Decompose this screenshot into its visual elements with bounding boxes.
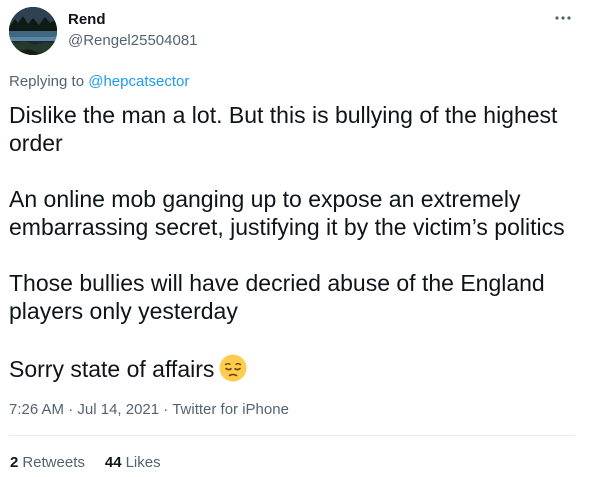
tweet-text: Dislike the man a lot. But this is bully… bbox=[9, 101, 569, 389]
tweet-paragraph: Dislike the man a lot. But this is bully… bbox=[9, 102, 558, 156]
likes-stat[interactable]: 44 Likes bbox=[105, 453, 161, 473]
likes-label: Likes bbox=[125, 454, 161, 471]
likes-count: 44 bbox=[104, 454, 122, 471]
tweet-paragraph-last: Sorry state of affairs bbox=[9, 353, 569, 389]
reply-mention-link[interactable]: @hepcatsector bbox=[88, 73, 189, 90]
tweet-paragraph-text: Sorry state of affairs bbox=[9, 356, 215, 382]
replying-to: Replying to @hepcatsector bbox=[9, 72, 189, 92]
lake-landscape-avatar-icon bbox=[9, 7, 57, 55]
retweets-stat[interactable]: 2 Retweets bbox=[10, 453, 85, 473]
tweet-time[interactable]: 7:26 AM bbox=[9, 401, 64, 418]
more-options-icon bbox=[555, 16, 571, 20]
handle[interactable]: @Rengel25504081 bbox=[68, 31, 198, 51]
display-name[interactable]: Rend bbox=[68, 11, 198, 29]
meta-separator: · bbox=[68, 401, 74, 418]
pensive-face-emoji-icon bbox=[218, 353, 248, 389]
engagement-stats: 2 Retweets 44 Likes bbox=[10, 453, 161, 473]
author-block[interactable]: Rend @Rengel25504081 bbox=[68, 11, 198, 51]
more-options-button[interactable] bbox=[553, 10, 573, 26]
replying-prefix: Replying to bbox=[9, 73, 85, 90]
divider bbox=[9, 435, 575, 436]
tweet-date[interactable]: Jul 14, 2021 bbox=[77, 401, 159, 418]
tweet-meta: 7:26 AM · Jul 14, 2021 · Twitter for iPh… bbox=[9, 400, 289, 420]
retweets-count: 2 bbox=[10, 454, 19, 471]
avatar[interactable] bbox=[9, 7, 57, 55]
tweet-paragraph: Those bullies will have decried abuse of… bbox=[9, 270, 545, 324]
tweet-card: Rend @Rengel25504081 Replying to @hepcat… bbox=[0, 0, 589, 477]
meta-separator: · bbox=[163, 401, 169, 418]
retweets-label: Retweets bbox=[22, 454, 85, 471]
tweet-paragraph: An online mob ganging up to expose an ex… bbox=[9, 186, 565, 240]
tweet-source[interactable]: Twitter for iPhone bbox=[172, 401, 289, 418]
